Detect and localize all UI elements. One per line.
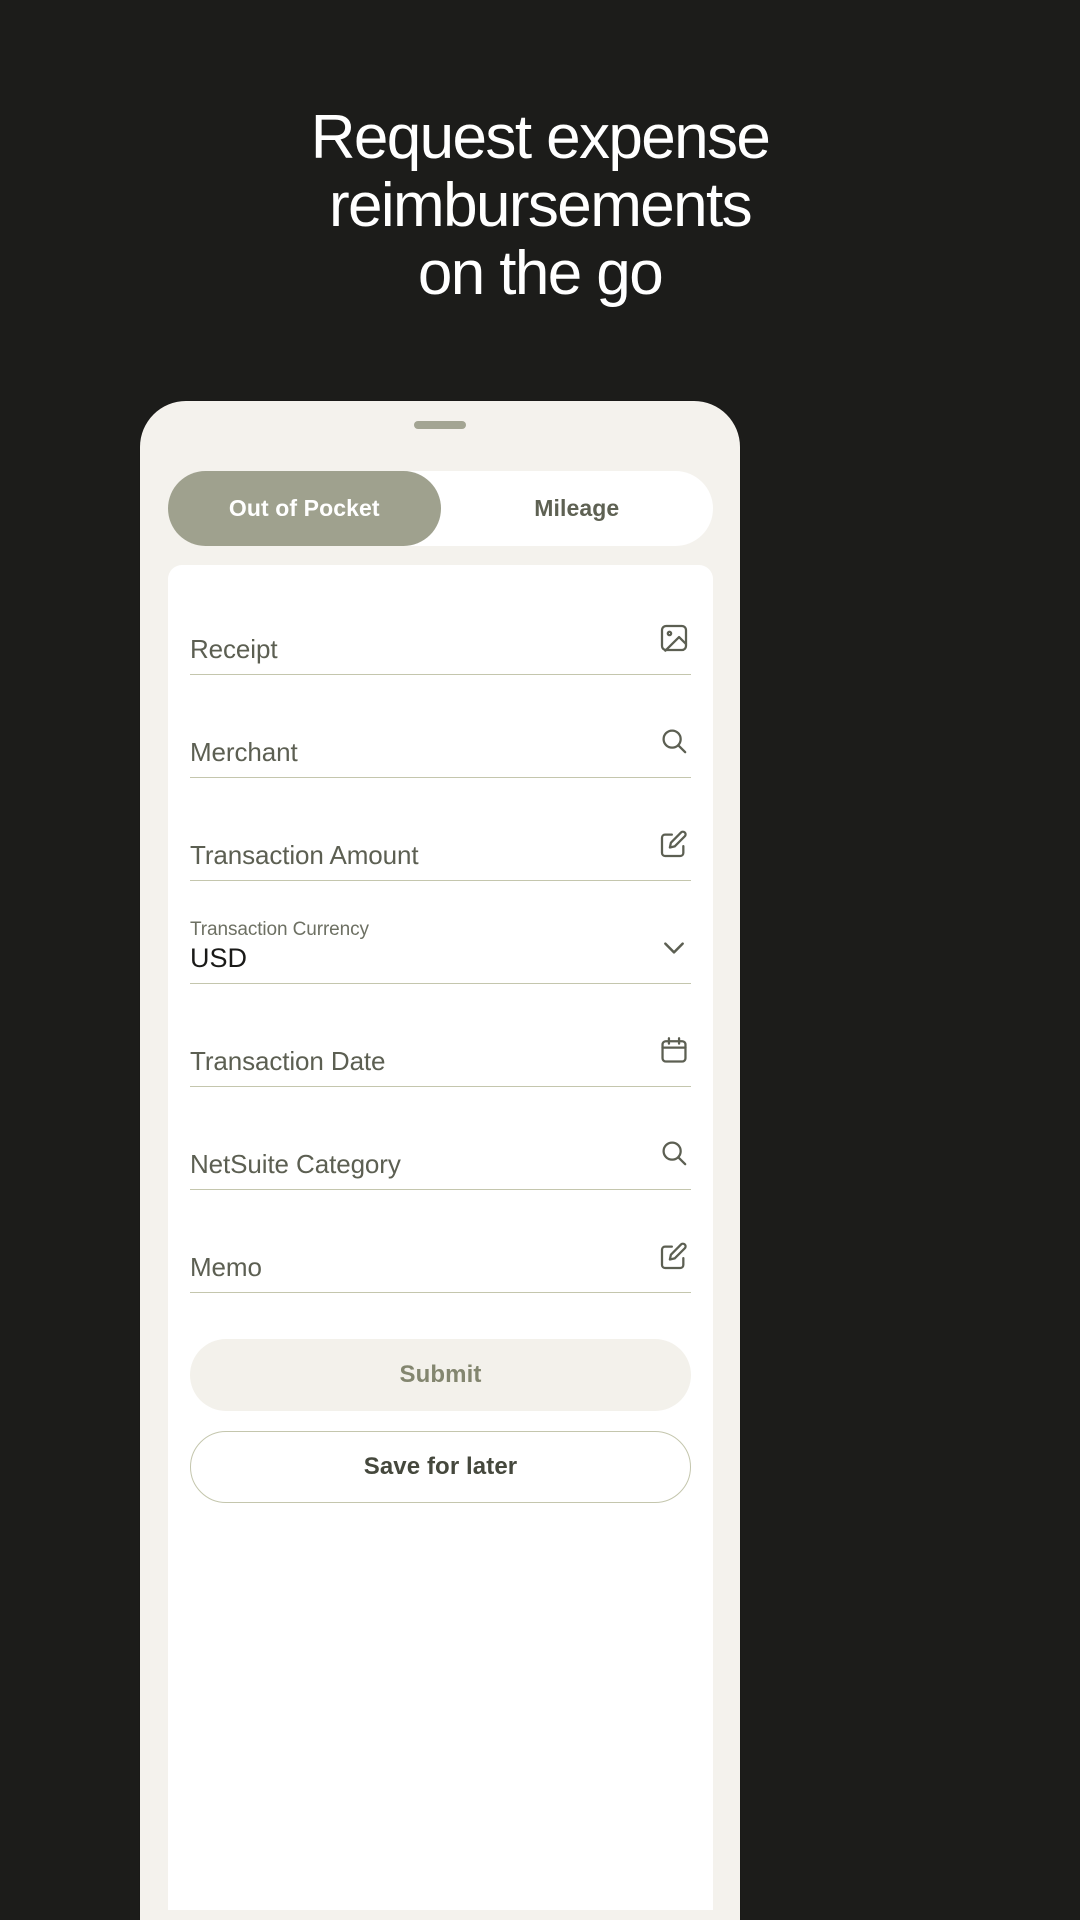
field-netsuite-category[interactable]: NetSuite Category: [190, 1087, 691, 1190]
form-actions: Submit Save for later: [190, 1293, 691, 1503]
field-merchant-text: Merchant: [190, 737, 298, 768]
expense-type-tabs: Out of Pocket Mileage: [168, 471, 713, 546]
headline-line-2: reimbursements: [328, 171, 753, 240]
search-icon[interactable]: [657, 1136, 691, 1170]
field-netsuite-category-text: NetSuite Category: [190, 1149, 401, 1180]
field-memo-text: Memo: [190, 1252, 262, 1283]
field-merchant[interactable]: Merchant: [190, 675, 691, 778]
page-headline: Request expense reimbursements on the go: [0, 104, 1080, 308]
field-receipt-label: Receipt: [190, 634, 278, 665]
field-receipt-text: Receipt: [190, 634, 278, 665]
field-receipt[interactable]: Receipt: [190, 565, 691, 675]
edit-icon[interactable]: [657, 1239, 691, 1273]
edit-icon[interactable]: [657, 827, 691, 861]
tab-out-of-pocket-label: Out of Pocket: [228, 495, 380, 521]
field-memo[interactable]: Memo: [190, 1190, 691, 1293]
submit-button[interactable]: Submit: [190, 1339, 691, 1411]
headline-line-3: on the go: [417, 239, 664, 308]
field-transaction-date[interactable]: Transaction Date: [190, 984, 691, 1087]
tab-out-of-pocket[interactable]: Out of Pocket: [168, 471, 441, 546]
field-transaction-amount[interactable]: Transaction Amount: [190, 778, 691, 881]
search-icon[interactable]: [657, 724, 691, 758]
field-memo-label: Memo: [190, 1252, 262, 1283]
field-transaction-amount-text: Transaction Amount: [190, 840, 419, 871]
tab-mileage[interactable]: Mileage: [441, 471, 714, 546]
sheet-drag-handle[interactable]: [414, 421, 466, 429]
image-icon[interactable]: [657, 621, 691, 655]
submit-button-label: Submit: [399, 1361, 482, 1388]
headline-line-1: Request expense: [310, 103, 771, 172]
field-transaction-currency-label: Transaction Currency: [190, 919, 369, 941]
save-for-later-button-label: Save for later: [363, 1453, 518, 1480]
field-merchant-label: Merchant: [190, 737, 298, 768]
phone-mockup: Out of Pocket Mileage Receipt Merchant T…: [140, 401, 740, 1920]
tab-mileage-label: Mileage: [534, 495, 620, 521]
calendar-icon[interactable]: [657, 1033, 691, 1067]
field-netsuite-category-label: NetSuite Category: [190, 1149, 401, 1180]
field-transaction-date-text: Transaction Date: [190, 1046, 386, 1077]
field-transaction-currency-value: USD: [190, 942, 248, 973]
chevron-down-icon[interactable]: [657, 930, 691, 964]
field-transaction-amount-label: Transaction Amount: [190, 840, 419, 871]
field-transaction-date-label: Transaction Date: [190, 1046, 386, 1077]
save-for-later-button[interactable]: Save for later: [190, 1431, 691, 1503]
field-transaction-currency-text: Transaction Currency USD: [190, 919, 369, 974]
expense-form-card: Receipt Merchant Transaction Amount Tran…: [168, 565, 713, 1910]
field-transaction-currency[interactable]: Transaction Currency USD: [190, 881, 691, 984]
